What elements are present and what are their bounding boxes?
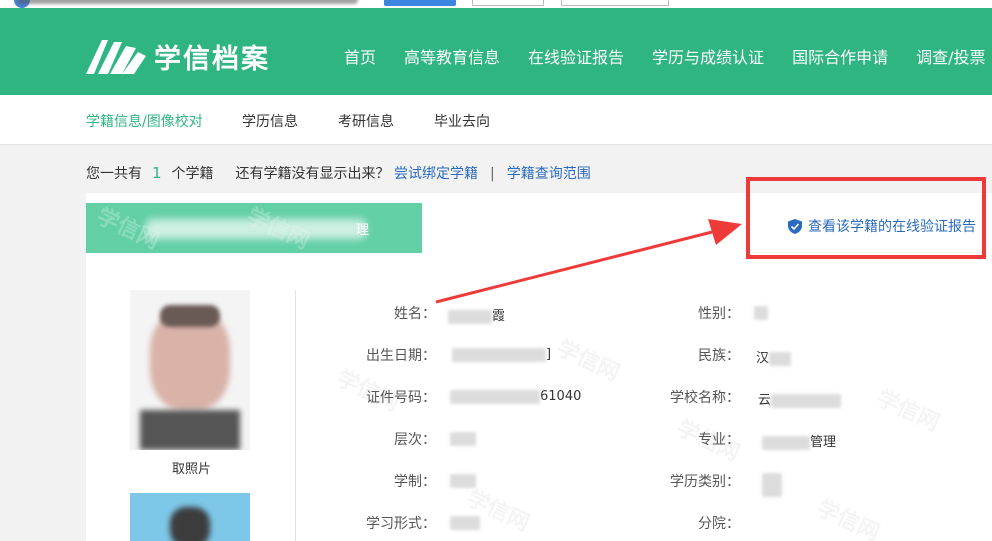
field-label-name: 姓名： bbox=[394, 306, 436, 322]
redaction bbox=[448, 309, 492, 324]
field-label-ethnicity: 民族： bbox=[698, 348, 740, 364]
nav-home[interactable]: 首页 bbox=[344, 44, 376, 68]
site-header: 学信档案 首页 高等教育信息 在线验证报告 学历与成绩认证 国际合作申请 调查/… bbox=[0, 8, 992, 95]
field-value-birthdate: ] bbox=[452, 347, 551, 362]
field-label-degree-type: 学历类别： bbox=[670, 474, 740, 490]
site-logo[interactable]: 学信档案 bbox=[84, 36, 270, 76]
photo-shirt bbox=[140, 410, 240, 450]
nav-higher-education[interactable]: 高等教育信息 bbox=[404, 44, 500, 68]
tab-exam-info[interactable]: 考研信息 bbox=[338, 111, 394, 131]
field-value-duration bbox=[450, 473, 476, 488]
field-value-major-text: 管理 bbox=[810, 435, 837, 450]
field-value-school-text: 云 bbox=[758, 393, 772, 408]
photo-caption[interactable]: 取照片 bbox=[172, 458, 211, 477]
field-value-school: 云 bbox=[758, 389, 842, 408]
field-label-school: 学校名称： bbox=[670, 390, 740, 406]
enrollment-photo bbox=[130, 290, 250, 450]
highlight-box bbox=[746, 177, 986, 259]
watermark: 学信网 bbox=[552, 331, 625, 388]
sub-nav: 学籍信息/图像校对 学历信息 考研信息 毕业去向 bbox=[0, 95, 992, 145]
enrollment-card: 学信网 学信网 学信网 学信网 学信网 学信网 学信网 学信网 理 查看该学籍的… bbox=[86, 177, 992, 541]
nav-certification[interactable]: 学历与成绩认证 bbox=[652, 44, 764, 68]
page: 学信档案 首页 高等教育信息 在线验证报告 学历与成绩认证 国际合作申请 调查/… bbox=[0, 0, 992, 541]
redaction bbox=[450, 473, 476, 488]
redaction bbox=[450, 431, 476, 446]
browser-toolbar-strip bbox=[0, 0, 992, 8]
watermark: 学信网 bbox=[812, 491, 885, 541]
field-value-id-number-text: 61040 bbox=[540, 389, 582, 404]
redaction bbox=[762, 435, 810, 450]
main-nav: 首页 高等教育信息 在线验证报告 学历与成绩认证 国际合作申请 调查/投票 bbox=[330, 44, 992, 68]
divider bbox=[295, 290, 296, 541]
redaction bbox=[762, 473, 782, 497]
field-value-id-number: 61040 bbox=[450, 389, 581, 404]
field-value-major: 管理 bbox=[762, 431, 836, 450]
redaction bbox=[754, 305, 768, 320]
tab-enrollment-info[interactable]: 学籍信息/图像校对 bbox=[86, 111, 203, 131]
field-label-duration: 学制： bbox=[394, 474, 436, 490]
missing-question: 还有学籍没有显示出来？ bbox=[235, 166, 390, 182]
browser-tertiary-button[interactable] bbox=[561, 0, 669, 6]
separator: | bbox=[490, 166, 495, 182]
redacted-school-name bbox=[146, 219, 366, 239]
field-label-major: 专业： bbox=[698, 432, 740, 448]
count-suffix: 个学籍 bbox=[171, 166, 214, 182]
nav-international[interactable]: 国际合作申请 bbox=[792, 44, 888, 68]
field-value-study-mode bbox=[450, 515, 480, 530]
browser-primary-button[interactable] bbox=[384, 0, 456, 6]
field-value-level bbox=[450, 431, 476, 446]
query-range-link[interactable]: 学籍查询范围 bbox=[507, 166, 591, 182]
redaction bbox=[771, 393, 842, 408]
field-value-name-text: 霞 bbox=[492, 309, 506, 324]
school-name-band: 学信网 学信网 理 bbox=[86, 203, 422, 253]
enrollment-count-line: 您一共有 1 个学籍 还有学籍没有显示出来？ 尝试绑定学籍 | 学籍查询范围 bbox=[86, 163, 591, 183]
redaction bbox=[450, 389, 540, 404]
field-label-branch: 分院： bbox=[698, 516, 740, 532]
tab-degree-info[interactable]: 学历信息 bbox=[242, 111, 298, 131]
field-label-study-mode: 学习形式： bbox=[366, 516, 436, 532]
field-value-name: 霞 bbox=[448, 305, 505, 324]
count-prefix: 您一共有 bbox=[86, 166, 142, 182]
field-label-birthdate: 出生日期： bbox=[366, 348, 436, 364]
field-value-birthdate-text: ] bbox=[546, 347, 552, 362]
bind-enrollment-link[interactable]: 尝试绑定学籍 bbox=[394, 166, 478, 182]
redaction bbox=[769, 351, 792, 366]
nav-survey[interactable]: 调查/投票 bbox=[916, 44, 985, 68]
redaction bbox=[452, 347, 546, 362]
nav-online-report[interactable]: 在线验证报告 bbox=[528, 44, 624, 68]
browser-notice-text bbox=[18, 0, 358, 4]
watermark: 学信网 bbox=[872, 381, 945, 438]
band-tail-text: 理 bbox=[356, 223, 370, 238]
field-value-degree-type bbox=[762, 473, 782, 497]
field-value-gender bbox=[754, 305, 768, 320]
field-value-ethnicity: 汉 bbox=[756, 347, 792, 366]
brand-name: 学信档案 bbox=[154, 43, 270, 75]
browser-secondary-button[interactable] bbox=[472, 0, 544, 6]
book-wing-icon bbox=[86, 40, 146, 74]
tab-graduation[interactable]: 毕业去向 bbox=[434, 111, 490, 131]
field-label-level: 层次： bbox=[394, 432, 436, 448]
photo-hair bbox=[160, 305, 220, 327]
field-label-gender: 性别： bbox=[698, 306, 740, 322]
enrollment-count: 1 bbox=[152, 164, 162, 182]
photo-hair bbox=[170, 507, 210, 541]
field-label-id-number: 证件号码： bbox=[366, 390, 436, 406]
degree-photo bbox=[130, 493, 250, 541]
redaction bbox=[450, 515, 480, 530]
field-value-ethnicity-text: 汉 bbox=[756, 351, 770, 366]
